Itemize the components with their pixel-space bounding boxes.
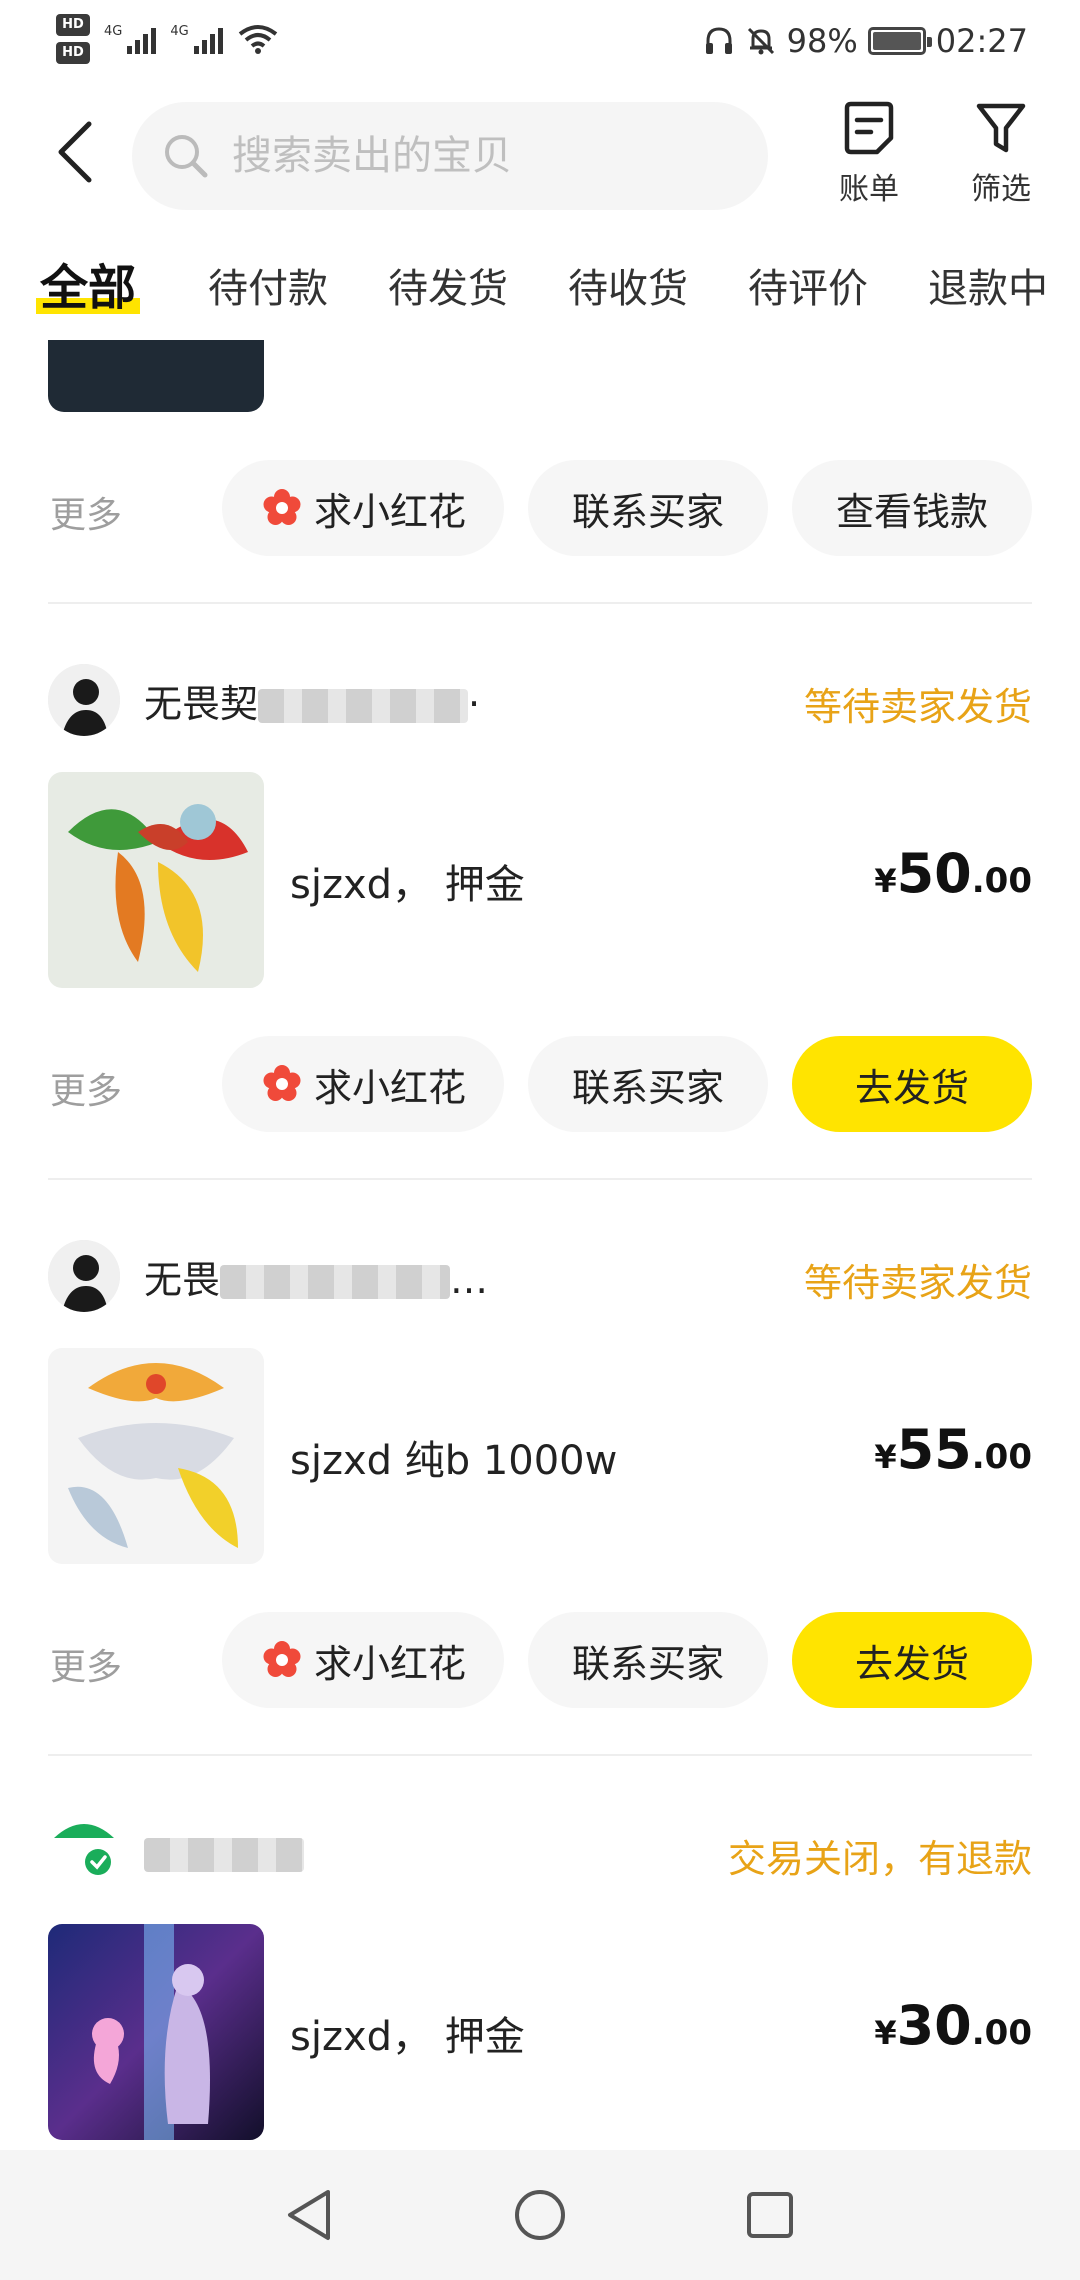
status-bar: HD 1 HD 2 4G 4G 98% xyxy=(0,0,1080,92)
filter-icon xyxy=(976,103,1026,153)
avatar xyxy=(48,664,120,736)
ship-button[interactable]: 去发货 xyxy=(792,1036,1032,1132)
divider xyxy=(48,1178,1032,1180)
nav-home-button[interactable] xyxy=(505,2180,575,2250)
product-image[interactable] xyxy=(48,772,264,988)
filter-button[interactable]: 筛选 xyxy=(946,100,1056,220)
mute-bell-icon xyxy=(747,27,774,55)
more-link[interactable]: 更多 xyxy=(50,1638,122,1690)
redacted-name xyxy=(220,1265,451,1299)
nav-recents-icon xyxy=(747,2192,793,2238)
sim-indicators: HD 1 HD 2 xyxy=(56,14,90,82)
product-title[interactable]: sjzxd 纯b 1000w xyxy=(290,1428,617,1486)
order-actions: 更多 求小红花 联系买家 去发货 xyxy=(0,1612,1080,1708)
bill-icon xyxy=(844,101,894,155)
order-status: 等待卖家发货 xyxy=(803,1261,1032,1305)
view-payment-button[interactable]: 查看钱款 xyxy=(792,460,1032,556)
contact-buyer-button[interactable]: 联系买家 xyxy=(528,1612,768,1708)
request-flower-label: 求小红花 xyxy=(313,1643,466,1686)
request-flower-button[interactable]: 求小红花 xyxy=(222,460,504,556)
ship-button[interactable]: 去发货 xyxy=(792,1612,1032,1708)
product-image[interactable] xyxy=(48,1924,264,2140)
divider xyxy=(48,602,1032,604)
headphones-icon xyxy=(705,27,732,54)
system-nav-bar xyxy=(0,2150,1080,2280)
order-status: 交易关闭，有退款 xyxy=(727,1837,1032,1881)
nav-back-button[interactable] xyxy=(274,2180,344,2250)
search-input[interactable] xyxy=(230,132,730,180)
filter-label: 筛选 xyxy=(971,172,1031,207)
order-status: 等待卖家发货 xyxy=(803,685,1032,729)
back-button[interactable] xyxy=(40,112,110,192)
request-flower-label: 求小红花 xyxy=(313,491,466,534)
top-bar: 账单 筛选 xyxy=(0,92,1080,232)
product-image[interactable] xyxy=(48,1348,264,1564)
contact-buyer-button[interactable]: 联系买家 xyxy=(528,460,768,556)
seller-name: 无畏… xyxy=(144,1257,489,1302)
search-icon xyxy=(165,135,208,178)
order-price: ¥55.00 xyxy=(874,1418,1032,1481)
redacted-name xyxy=(258,689,469,723)
network-1-label: 4G xyxy=(104,24,123,39)
divider xyxy=(48,1754,1032,1756)
contact-buyer-button[interactable]: 联系买家 xyxy=(528,1036,768,1132)
signal-1-icon: 4G xyxy=(104,24,157,54)
tab-all[interactable]: 全部 xyxy=(36,248,141,318)
flower-icon xyxy=(263,1641,301,1677)
order-list: 更多 求小红花 联系买家 查看钱款 无畏契 · 等待卖家发货 sjzxd， 押金… xyxy=(0,340,1080,2150)
product-title[interactable]: sjzxd， 押金 xyxy=(290,852,525,910)
seller-info[interactable] xyxy=(48,1814,304,1890)
order-price: ¥30.00 xyxy=(874,1994,1032,2057)
sim2-badge: HD 2 xyxy=(56,42,90,82)
nav-back-icon xyxy=(288,2190,330,2240)
avatar xyxy=(48,1240,120,1312)
wifi-icon xyxy=(238,25,277,54)
order-tabs: 全部 待付款 待发货 待收货 待评价 退款中 xyxy=(0,240,1080,340)
more-link[interactable]: 更多 xyxy=(50,1062,122,1114)
status-right: 98% 02:27 xyxy=(703,22,1028,60)
seller-info[interactable]: 无畏契 · xyxy=(48,662,480,738)
battery-icon xyxy=(867,27,932,55)
search-bar[interactable] xyxy=(132,102,768,210)
nav-home-icon xyxy=(515,2190,565,2240)
order-actions: 更多 求小红花 联系买家 去发货 xyxy=(0,1036,1080,1132)
network-2-label: 4G xyxy=(170,24,189,39)
tab-pending-payment[interactable]: 待付款 xyxy=(208,256,328,314)
tab-pending-receipt[interactable]: 待收货 xyxy=(568,256,688,314)
nav-recents-button[interactable] xyxy=(735,2180,805,2250)
tab-refunding[interactable]: 退款中 xyxy=(928,256,1048,314)
bill-label: 账单 xyxy=(839,172,899,207)
tab-pending-review[interactable]: 待评价 xyxy=(748,256,868,314)
request-flower-label: 求小红花 xyxy=(313,1067,466,1110)
more-link[interactable]: 更多 xyxy=(50,486,122,538)
avatar xyxy=(48,1816,120,1888)
product-thumbnail-partial[interactable] xyxy=(48,340,264,412)
order-actions: 更多 求小红花 联系买家 查看钱款 xyxy=(0,460,1080,556)
flower-icon xyxy=(263,489,301,525)
order-price: ¥50.00 xyxy=(874,842,1032,905)
flower-icon xyxy=(263,1065,301,1101)
battery-percent: 98% xyxy=(786,22,858,60)
tab-pending-shipment[interactable]: 待发货 xyxy=(388,256,508,314)
redacted-name xyxy=(144,1837,304,1872)
back-arrow-icon xyxy=(58,121,92,183)
bill-button[interactable]: 账单 xyxy=(814,100,924,220)
product-title[interactable]: sjzxd， 押金 xyxy=(290,2004,525,2062)
signal-2-icon: 4G xyxy=(170,24,223,54)
seller-name xyxy=(144,1830,304,1874)
seller-name: 无畏契 · xyxy=(144,681,481,726)
status-left: HD 1 HD 2 4G 4G xyxy=(56,14,279,82)
request-flower-button[interactable]: 求小红花 xyxy=(222,1612,504,1708)
tab-all-label: 全部 xyxy=(40,260,137,316)
clock-time: 02:27 xyxy=(935,22,1028,60)
seller-info[interactable]: 无畏… xyxy=(48,1238,488,1314)
request-flower-button[interactable]: 求小红花 xyxy=(222,1036,504,1132)
sim1-badge: HD 1 xyxy=(56,14,90,54)
